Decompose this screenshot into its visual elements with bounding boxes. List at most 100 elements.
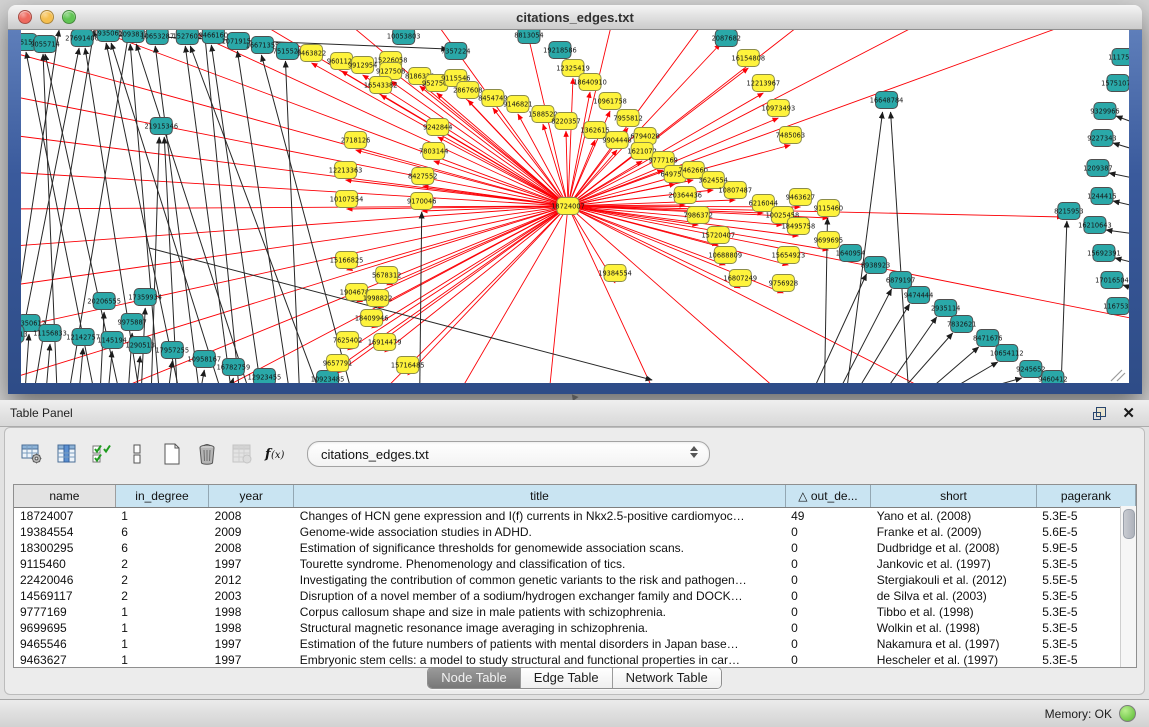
table-cell: 2	[115, 588, 208, 604]
graph-node-label: 2935114	[931, 304, 960, 312]
table-cell: Franke et al. (2009)	[871, 524, 1037, 540]
dropdown-stepper-icon	[690, 446, 698, 458]
table-row[interactable]: 2242004622012Investigating the contribut…	[14, 572, 1136, 588]
graph-node-label: 12142757	[66, 333, 100, 341]
table-cell: Stergiakouli et al. (2012)	[871, 572, 1037, 588]
column-header-pagerank[interactable]: pagerank	[1036, 485, 1135, 508]
graph-node-label: 17016504	[1095, 276, 1129, 284]
table-panel-header[interactable]: Table Panel ✕	[0, 400, 1149, 427]
graph-node-label: 9227343	[1087, 134, 1116, 142]
function-builder-button[interactable]: f(x)	[264, 441, 290, 467]
tab-network-table[interactable]: Network Table	[613, 668, 721, 688]
table-row[interactable]: 1938455462009Genome-wide association stu…	[14, 524, 1136, 540]
graph-node-label: 9146821	[503, 100, 532, 108]
select-columns-button[interactable]	[89, 441, 115, 467]
column-header-title[interactable]: title	[294, 485, 785, 508]
table-cell: 9699695	[14, 620, 115, 636]
table-row[interactable]: 946554611997Estimation of the future num…	[14, 636, 1136, 652]
table-scrollbar[interactable]	[1120, 506, 1136, 667]
table-cell: 2008	[209, 508, 294, 525]
table-cell: 0	[785, 556, 871, 572]
graph-node-label: 1640954	[836, 249, 865, 257]
graph-node-label: 15692391	[1087, 249, 1121, 257]
table-row[interactable]: 911546021997Tourette syndrome. Phenomeno…	[14, 556, 1136, 572]
table-cell: 0	[785, 572, 871, 588]
float-panel-icon[interactable]	[1093, 407, 1106, 420]
column-header-name[interactable]: name	[14, 485, 115, 508]
row-mode-button[interactable]	[124, 441, 150, 467]
column-header-in_degree[interactable]: in_degree	[115, 485, 208, 508]
table-row[interactable]: 969969511998Structural magnetic resonanc…	[14, 620, 1136, 636]
graph-node-label: 9463822	[297, 49, 326, 57]
create-column-button[interactable]	[159, 441, 185, 467]
graph-node-label: 10973493	[762, 104, 796, 112]
tab-edge-table[interactable]: Edge Table	[521, 668, 613, 688]
table-panel-title: Table Panel	[10, 406, 73, 420]
table-cell: 6	[115, 540, 208, 556]
table-cell: 18724007	[14, 508, 115, 525]
graph-node-label: 9242844	[423, 123, 452, 131]
graph-node-label: 17957255	[155, 346, 189, 354]
citation-network-graph[interactable]: 9361559905571427691406193506120938331065…	[21, 30, 1129, 383]
memory-ok-indicator	[1119, 705, 1136, 722]
graph-node-label: 1167533	[1103, 302, 1129, 310]
graph-node-label: 9657791	[323, 359, 352, 367]
graph-node-label: 1362615	[580, 126, 609, 134]
table-source-value: citations_edges.txt	[321, 447, 429, 462]
graph-node-label: 10688809	[708, 251, 742, 259]
table-cell: 0	[785, 636, 871, 652]
graph-node-label: 9127508	[376, 67, 405, 75]
table-scrollbar-thumb[interactable]	[1123, 509, 1135, 539]
table-row[interactable]: 1830029562008Estimation of significance …	[14, 540, 1136, 556]
table-options-button[interactable]	[19, 441, 45, 467]
graph-node-label: 3624554	[699, 176, 728, 184]
table-cell: Nakamura et al. (1997)	[871, 636, 1037, 652]
table-row[interactable]: 977716911998Corpus callosum shape and si…	[14, 604, 1136, 620]
graph-node-label: 10053803	[387, 32, 421, 40]
graph-node-label: 15720407	[701, 231, 735, 239]
table-cell: 2012	[209, 572, 294, 588]
network-canvas[interactable]: 9361559905571427691406193506120938331065…	[21, 30, 1129, 383]
table-cell: 2009	[209, 524, 294, 540]
graph-node-label: 9055714	[30, 40, 59, 48]
close-window-button[interactable]	[18, 10, 32, 24]
table-cell: Embryonic stem cells: a model to study s…	[294, 652, 785, 668]
minimize-window-button[interactable]	[40, 10, 54, 24]
traffic-lights	[18, 10, 76, 24]
tab-node-table[interactable]: Node Table	[428, 668, 521, 688]
zoom-window-button[interactable]	[62, 10, 76, 24]
table-cell: 0	[785, 652, 871, 668]
table-cell: Estimation of significance thresholds fo…	[294, 540, 785, 556]
show-columns-button[interactable]	[54, 441, 80, 467]
table-panel: Table Panel ✕ f(x) citations_edges.txt n…	[0, 400, 1149, 700]
table-source-dropdown[interactable]: citations_edges.txt	[307, 441, 710, 467]
window-titlebar[interactable]: citations_edges.txt	[8, 5, 1142, 30]
table-row[interactable]: 946362711997Embryonic stem cells: a mode…	[14, 652, 1136, 668]
graph-node-label: 2718126	[341, 136, 370, 144]
graph-node-label: 7986372	[684, 211, 713, 219]
table-cell: 19384554	[14, 524, 115, 540]
graph-node-label: 18640910	[573, 78, 607, 86]
column-header-short[interactable]: short	[871, 485, 1037, 508]
column-header-year[interactable]: year	[209, 485, 294, 508]
table-row[interactable]: 1872400712008Changes of HCN gene express…	[14, 508, 1136, 525]
table-row[interactable]: 1456911722003Disruption of a novel membe…	[14, 588, 1136, 604]
close-panel-icon[interactable]: ✕	[1122, 407, 1135, 420]
graph-node-label: 9170046	[407, 197, 436, 205]
graph-node-label: 10107554	[330, 195, 364, 203]
table-cell: Wolkin et al. (1998)	[871, 620, 1037, 636]
graph-node-label: 16210643	[1078, 221, 1112, 229]
graph-node-label: 9904448	[602, 136, 631, 144]
graph-node-label: 15166825	[330, 256, 364, 264]
delete-column-button[interactable]	[194, 441, 220, 467]
graph-node-label: 9975887	[117, 318, 146, 326]
graph-node-label: 10961758	[593, 97, 627, 105]
graph-node-label: 10923485	[311, 375, 345, 383]
canvas-resize-grip[interactable]	[1111, 370, 1125, 381]
column-header-out_de[interactable]: △ out_de...	[785, 485, 871, 508]
table-cell: 9465546	[14, 636, 115, 652]
node-table-grid[interactable]: namein_degreeyeartitle△ out_de...shortpa…	[14, 485, 1136, 668]
graph-node-label: 15716485	[391, 361, 425, 369]
graph-node-label: 2087682	[712, 34, 741, 42]
window-title: citations_edges.txt	[8, 10, 1142, 25]
